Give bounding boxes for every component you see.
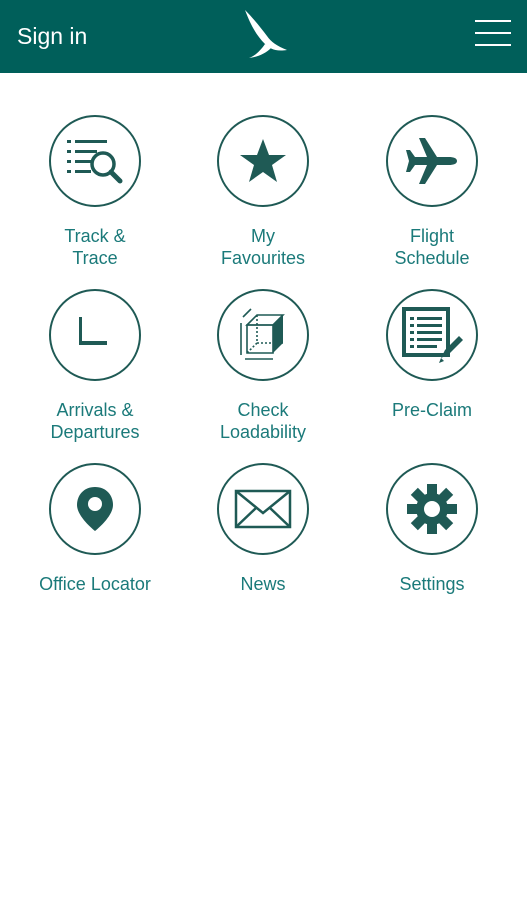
favourites-icon-circle bbox=[217, 115, 309, 207]
tile-label: Arrivals & Departures bbox=[50, 400, 140, 442]
brushwing-logo-icon bbox=[245, 10, 287, 58]
tile-news[interactable]: News bbox=[188, 463, 338, 595]
top-bar: Sign in bbox=[0, 0, 527, 73]
tile-check-loadability[interactable]: Check Loadability bbox=[188, 289, 338, 443]
tile-arrivals-departures[interactable]: Arrivals & Departures bbox=[20, 289, 170, 443]
sign-in-link[interactable]: Sign in bbox=[17, 22, 87, 50]
tile-label: Track & Trace bbox=[64, 226, 126, 268]
clock-icon bbox=[79, 317, 107, 345]
tile-my-favourites[interactable]: My Favourites bbox=[188, 115, 338, 269]
tile-label: Check Loadability bbox=[219, 400, 307, 442]
tile-label: Flight Schedule bbox=[394, 226, 470, 268]
tile-office-locator[interactable]: Office Locator bbox=[20, 463, 170, 595]
news-icon-circle bbox=[217, 463, 309, 555]
tile-label: Settings bbox=[399, 574, 465, 594]
tile-label: News bbox=[240, 574, 286, 594]
tile-label: My Favourites bbox=[220, 226, 306, 268]
location-pin-icon bbox=[77, 487, 113, 531]
arrivals-icon-circle bbox=[49, 289, 141, 381]
office-locator-icon-circle bbox=[49, 463, 141, 555]
star-icon bbox=[240, 139, 286, 182]
loadability-icon-circle bbox=[217, 289, 309, 381]
flight-schedule-icon-circle bbox=[386, 115, 478, 207]
tile-pre-claim[interactable]: Pre-Claim bbox=[357, 289, 507, 421]
tile-label: Office Locator bbox=[39, 574, 151, 594]
tile-flight-schedule[interactable]: Flight Schedule bbox=[357, 115, 507, 269]
airplane-icon bbox=[406, 138, 457, 184]
tile-settings[interactable]: Settings bbox=[357, 463, 507, 595]
track-trace-icon-circle bbox=[49, 115, 141, 207]
cube-icon bbox=[240, 308, 285, 360]
tile-label: Pre-Claim bbox=[391, 400, 472, 420]
gear-icon bbox=[407, 484, 457, 534]
envelope-icon bbox=[234, 489, 292, 529]
form-pencil-icon bbox=[402, 307, 463, 363]
hamburger-menu-icon[interactable] bbox=[473, 16, 513, 50]
search-list-icon bbox=[67, 140, 123, 184]
settings-icon-circle bbox=[386, 463, 478, 555]
tile-track-and-trace[interactable]: Track & Trace bbox=[20, 115, 170, 269]
pre-claim-icon-circle bbox=[386, 289, 478, 381]
